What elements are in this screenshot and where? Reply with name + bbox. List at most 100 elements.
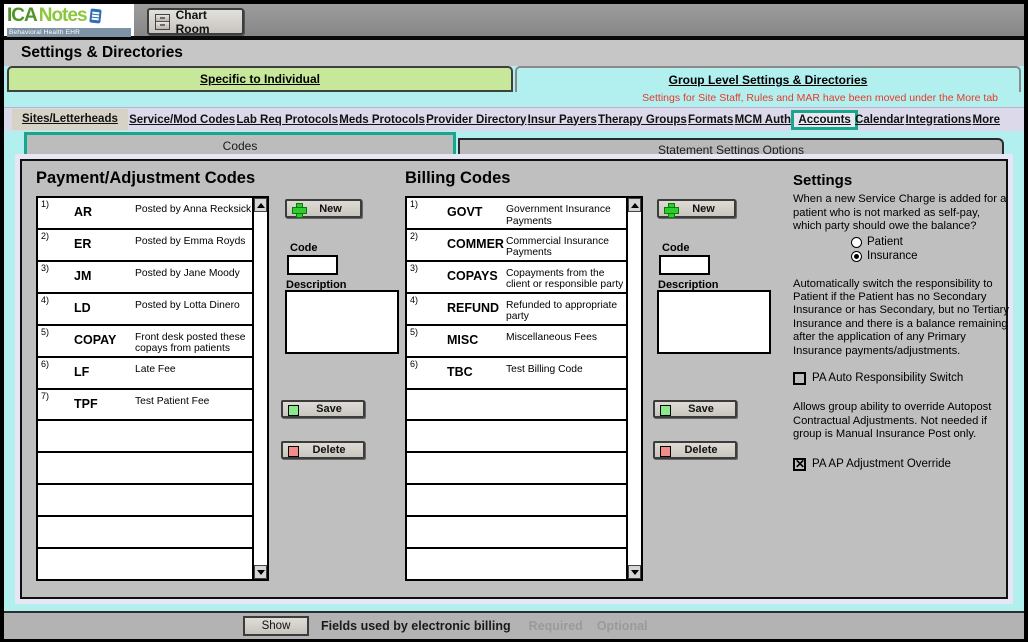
nav-formats[interactable]: Formats bbox=[688, 114, 733, 126]
billing-list-scrollbar[interactable] bbox=[626, 198, 641, 579]
balance-party-radio-group: Patient Insurance bbox=[851, 236, 1009, 264]
checkbox-checked-icon[interactable] bbox=[793, 458, 806, 471]
payment-codes-title: Payment/Adjustment Codes bbox=[36, 169, 255, 188]
payment-new-button[interactable]: New bbox=[285, 199, 362, 218]
nav-therapy-groups[interactable]: Therapy Groups bbox=[598, 114, 687, 126]
nav-accounts[interactable]: Accounts bbox=[791, 110, 857, 130]
icanotes-logo: ICANotes Behavioral Health EHR bbox=[4, 4, 134, 36]
payment-code-input[interactable] bbox=[287, 255, 338, 275]
radio-insurance[interactable]: Insurance bbox=[851, 250, 1009, 264]
payment-list-scrollbar[interactable] bbox=[252, 198, 267, 579]
adjustment-override-description: Allows group ability to override Autopos… bbox=[793, 401, 1009, 441]
billing-code-row[interactable]: 6)TBCTest Billing Code bbox=[407, 358, 626, 390]
billing-code-row-empty[interactable] bbox=[407, 485, 626, 517]
page-title: Settings & Directories bbox=[21, 44, 183, 62]
billing-code-row-empty[interactable] bbox=[407, 453, 626, 485]
radio-button-selected-icon[interactable] bbox=[851, 251, 862, 262]
pa-ap-adjustment-override[interactable]: PA AP Adjustment Override bbox=[793, 458, 1009, 471]
payment-code-row[interactable]: 6)LFLate Fee bbox=[38, 358, 252, 390]
nav-more[interactable]: More bbox=[973, 114, 1000, 126]
nav-integrations[interactable]: Integrations bbox=[905, 114, 971, 126]
scroll-up-icon[interactable] bbox=[254, 198, 267, 212]
nav-sites-letterheads[interactable]: Sites/Letterheads bbox=[12, 109, 128, 130]
scroll-down-icon[interactable] bbox=[254, 565, 267, 579]
payment-save-button[interactable]: Save bbox=[281, 400, 365, 418]
payment-code-row-empty[interactable] bbox=[38, 549, 252, 579]
billing-code-input[interactable] bbox=[659, 255, 710, 275]
payment-delete-button[interactable]: Delete bbox=[281, 441, 365, 459]
checkbox-unchecked-icon[interactable] bbox=[793, 372, 806, 385]
save-swatch-icon bbox=[288, 405, 299, 416]
scroll-up-icon[interactable] bbox=[628, 198, 641, 212]
billing-controls: New Code Description Save Delete bbox=[653, 197, 778, 467]
payment-code-row[interactable]: 3)JMPosted by Jane Moody bbox=[38, 262, 252, 294]
billing-code-row-empty[interactable] bbox=[407, 517, 626, 549]
billing-code-row-empty[interactable] bbox=[407, 390, 626, 422]
tab-codes[interactable]: Codes bbox=[24, 132, 456, 159]
plus-icon bbox=[292, 203, 305, 216]
payment-code-row[interactable]: 5)COPAYFront desk posted these copays fr… bbox=[38, 326, 252, 358]
file-cabinet-icon bbox=[155, 14, 170, 30]
radio-patient[interactable]: Patient bbox=[851, 236, 1009, 250]
settings-question: When a new Service Charge is added for a… bbox=[793, 193, 1009, 233]
optional-label: Optional bbox=[597, 619, 648, 633]
billing-code-row-empty[interactable] bbox=[407, 421, 626, 453]
payment-code-label: Code bbox=[290, 242, 318, 254]
delete-swatch-icon bbox=[288, 446, 299, 457]
logo-subtitle: Behavioral Health EHR bbox=[7, 28, 131, 37]
payment-codes-list[interactable]: 1)ARPosted by Anna Recksick 2)ERPosted b… bbox=[36, 196, 269, 581]
footer-gap bbox=[4, 599, 1024, 611]
level-tabs: Specific to Individual Group Level Setti… bbox=[4, 66, 1024, 92]
accounts-subtabs: Codes Statement Settings Options bbox=[4, 131, 1024, 159]
payment-code-row-empty[interactable] bbox=[38, 485, 252, 517]
footer-bar: Show Fields used by electronic billing R… bbox=[4, 611, 1024, 639]
nav-insur-payers[interactable]: Insur Payers bbox=[528, 114, 597, 126]
payment-code-row[interactable]: 1)ARPosted by Anna Recksick bbox=[38, 198, 252, 230]
tab-statement-settings-options[interactable]: Statement Settings Options bbox=[458, 138, 1004, 159]
electronic-billing-label: Fields used by electronic billing bbox=[321, 619, 511, 633]
moved-settings-notice: Settings for Site Staff, Rules and MAR h… bbox=[642, 92, 998, 107]
payment-code-row-empty[interactable] bbox=[38, 453, 252, 485]
payment-code-row[interactable]: 4)LDPosted by Lotta Dinero bbox=[38, 294, 252, 326]
billing-description-input[interactable] bbox=[657, 290, 771, 354]
billing-delete-button[interactable]: Delete bbox=[653, 441, 737, 459]
nav-service-mod-codes[interactable]: Service/Mod Codes bbox=[129, 114, 235, 126]
plus-icon bbox=[664, 203, 677, 216]
payment-code-row[interactable]: 7)TPFTest Patient Fee bbox=[38, 390, 252, 422]
radio-button-icon[interactable] bbox=[851, 237, 862, 248]
notice-row: Settings for Site Staff, Rules and MAR h… bbox=[4, 92, 1024, 107]
billing-code-row[interactable]: 1)GOVTGovernment Insurance Payments bbox=[407, 198, 626, 230]
nav-provider-directory[interactable]: Provider Directory bbox=[426, 114, 526, 126]
settings-section: Settings When a new Service Charge is ad… bbox=[793, 174, 1009, 471]
save-swatch-icon bbox=[660, 405, 671, 416]
tab-group-level-settings[interactable]: Group Level Settings & Directories bbox=[515, 66, 1021, 92]
pa-auto-responsibility-switch[interactable]: PA Auto Responsibility Switch bbox=[793, 372, 1009, 385]
show-button[interactable]: Show bbox=[243, 616, 309, 636]
billing-code-label: Code bbox=[662, 242, 690, 254]
billing-code-row[interactable]: 5)MISCMiscellaneous Fees bbox=[407, 326, 626, 358]
billing-save-button[interactable]: Save bbox=[653, 400, 737, 418]
heading-band: Settings & Directories bbox=[4, 40, 1024, 66]
billing-codes-list[interactable]: 1)GOVTGovernment Insurance Payments 2)CO… bbox=[405, 196, 643, 581]
nav-calendar[interactable]: Calendar bbox=[855, 114, 904, 126]
tab-specific-to-individual[interactable]: Specific to Individual bbox=[7, 66, 513, 92]
billing-code-row[interactable]: 4)REFUNDRefunded to appropriate party bbox=[407, 294, 626, 326]
billing-code-row[interactable]: 3)COPAYSCopayments from the client or re… bbox=[407, 262, 626, 294]
billing-new-button[interactable]: New bbox=[657, 199, 736, 218]
nav-meds-protocols[interactable]: Meds Protocols bbox=[339, 114, 425, 126]
nav-mcm-auth[interactable]: MCM Auth. bbox=[735, 114, 795, 126]
scroll-down-icon[interactable] bbox=[628, 565, 641, 579]
billing-code-row-empty[interactable] bbox=[407, 549, 626, 579]
settings-title: Settings bbox=[793, 174, 1009, 187]
billing-code-row[interactable]: 2)COMMERCommercial Insurance Payments bbox=[407, 230, 626, 262]
nav-lab-req-protocols[interactable]: Lab Req Protocols bbox=[236, 114, 338, 126]
billing-codes-title: Billing Codes bbox=[405, 169, 510, 188]
payment-code-row-empty[interactable] bbox=[38, 517, 252, 549]
payment-description-input[interactable] bbox=[285, 290, 399, 354]
payment-controls: New Code Description Save Delete bbox=[281, 197, 406, 467]
codes-panel: Payment/Adjustment Codes 1)ARPosted by A… bbox=[20, 159, 1008, 599]
chart-room-button[interactable]: Chart Room bbox=[147, 8, 244, 35]
payment-code-row-empty[interactable] bbox=[38, 421, 252, 453]
app-window: ICANotes Behavioral Health EHR Chart Roo… bbox=[0, 0, 1028, 642]
payment-code-row[interactable]: 2)ERPosted by Emma Royds bbox=[38, 230, 252, 262]
